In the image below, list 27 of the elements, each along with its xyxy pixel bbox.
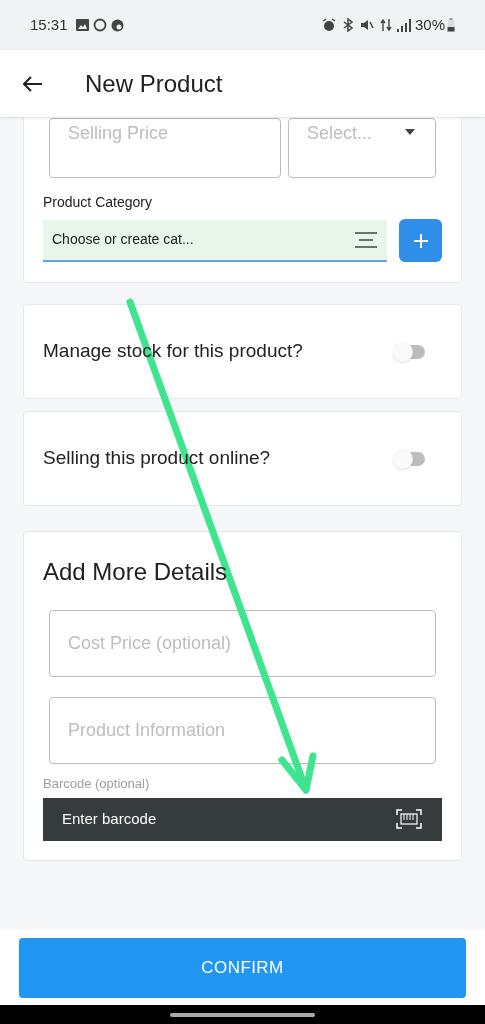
dropdown[interactable]: Select...: [288, 118, 436, 178]
caret-icon: [405, 129, 415, 135]
input-field[interactable]: Selling Price: [49, 118, 281, 178]
category-field[interactable]: Choose or create cat...: [43, 219, 387, 262]
field-label: Barcode (optional): [43, 775, 151, 793]
barcode-field[interactable]: Enter barcode: [43, 797, 442, 841]
image-icon: [75, 19, 89, 31]
data-icon: [379, 18, 392, 32]
battery-percent: 30%: [414, 14, 445, 35]
app-icon: [110, 18, 124, 32]
list-icon: [355, 231, 377, 248]
alarm-icon: [321, 18, 336, 32]
battery-icon: [447, 18, 455, 32]
add-button[interactable]: [399, 219, 442, 262]
clock: 15:31: [30, 14, 68, 35]
screen-title: New Product: [85, 68, 223, 99]
barcode-scan-icon[interactable]: [396, 809, 422, 829]
signal-icon: [396, 18, 411, 32]
field-label: Product Category: [43, 193, 153, 212]
back-icon[interactable]: [23, 75, 43, 92]
confirm-button[interactable]: CONFIRM: [19, 937, 466, 998]
bluetooth-icon: [341, 18, 354, 32]
mute-icon: [359, 18, 374, 32]
input-field[interactable]: Product Information: [49, 697, 436, 764]
home-handle[interactable]: [170, 1012, 315, 1017]
plus-icon: [412, 232, 429, 249]
input-field[interactable]: Cost Price (optional): [49, 610, 436, 677]
